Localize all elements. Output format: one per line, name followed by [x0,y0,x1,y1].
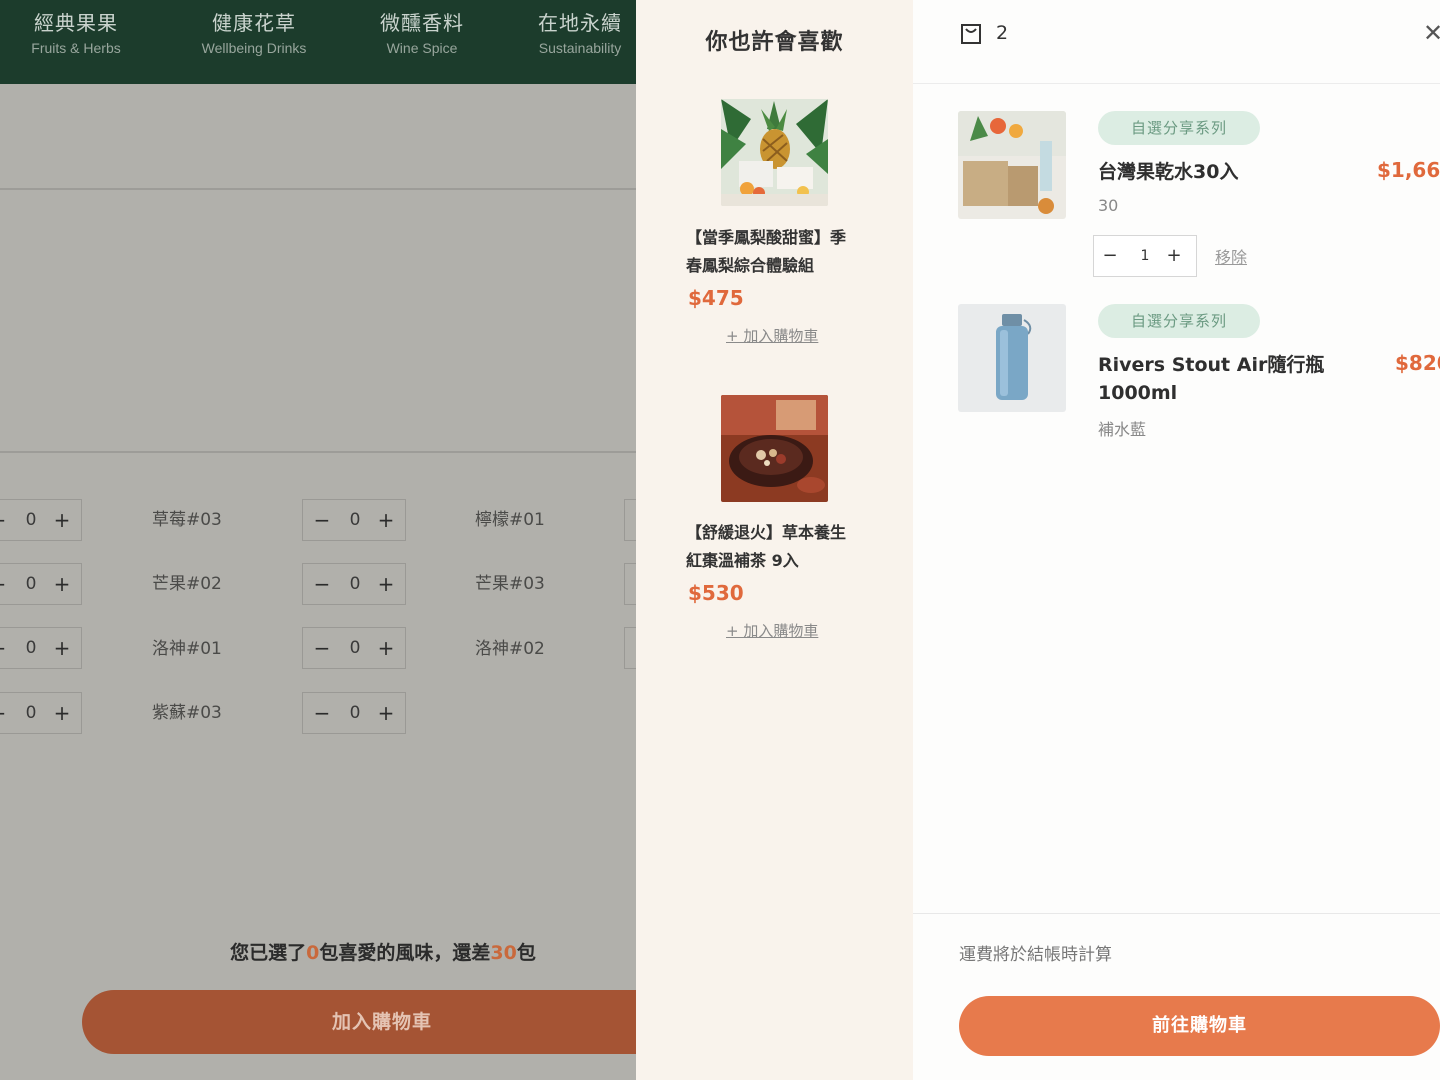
selected-count: 0 [306,942,320,964]
nav-label-zh: 微醺香料 [380,11,464,35]
divider [0,188,636,190]
summary-mid: 包喜愛的風味，還差 [319,942,491,964]
quantity-value: 0 [25,703,37,723]
recommendation-add-to-cart-link[interactable]: + 加入購物車 [726,620,818,641]
flavor-quantity-stepper[interactable] [624,499,636,541]
flavor-quantity-stepper: − 0 + [0,563,82,605]
flavor-quantity-stepper: − 0 + [302,499,406,541]
decrement-button[interactable]: − [307,500,337,540]
cart-drawer: 2 ✕ 自選分享系列 台灣果乾水30入 $1,660 30 − 1 + 移除 [913,0,1440,1080]
series-tag: 自選分享系列 [1098,111,1260,145]
flavor-quantity-stepper: − 0 + [302,563,406,605]
top-navigation: 經典果果 Fruits & Herbs 健康花草 Wellbeing Drink… [0,0,636,84]
increment-button[interactable]: + [371,693,401,733]
nav-label-zh: 經典果果 [34,11,118,35]
flavor-label: 芒果#03 [475,574,545,594]
nav-item-wine-spice[interactable]: 微醺香料 Wine Spice [368,10,476,58]
quantity-value: 0 [349,574,361,594]
recommendation-name: 【當季鳳梨酸甜蜜】季春鳳梨綜合體驗組 [686,228,847,275]
cart-item-variant: 補水藍 [1098,420,1147,439]
remaining-count: 30 [490,942,517,964]
flavor-quantity-stepper: − 0 + [302,692,406,734]
close-icon[interactable]: ✕ [1423,21,1440,45]
series-tag: 自選分享系列 [1098,304,1260,338]
cart-item-name-line1: Rivers Stout Air隨行瓶 [1098,354,1325,376]
cart-item-price: $820 [1395,351,1440,375]
flavor-quantity-stepper: − 0 + [0,627,82,669]
summary-prefix: 您已選了 [230,942,307,964]
nav-label-en: Fruits & Herbs [31,40,121,56]
fruit-water-product-image [958,111,1066,219]
decrement-button[interactable]: − [1100,236,1120,276]
cart-count: 2 [996,22,1009,44]
nav-label-zh: 健康花草 [212,11,296,35]
increment-button[interactable]: + [371,628,401,668]
flavor-quantity-stepper: − 0 + [302,627,406,669]
recommendations-panel: 你也許會喜歡 【當季鳳梨酸甜蜜】季春鳳梨綜合體驗組 $475 + 加入購物車 【… [636,0,913,1080]
shopping-bag-icon [961,24,981,44]
summary-suffix: 包 [516,942,536,964]
cart-item-name-line2: 1000ml [1098,382,1178,404]
quantity-value: 1 [1140,248,1150,264]
cart-item-variant: 30 [1098,196,1119,215]
product-page-overlay: 經典果果 Fruits & Herbs 健康花草 Wellbeing Drink… [0,0,636,1080]
recommendation-add-to-cart-link[interactable]: + 加入購物車 [726,325,818,346]
herbal-tea-product-image[interactable] [721,395,828,502]
quantity-value: 0 [349,510,361,530]
cart-item-name: 台灣果乾水30入 [1098,161,1239,183]
increment-button[interactable]: + [47,500,77,540]
pineapple-product-image[interactable] [721,99,828,206]
increment-button[interactable]: + [47,693,77,733]
go-to-cart-button[interactable]: 前往購物車 [959,996,1440,1056]
flavor-label: 洛神#02 [475,639,545,659]
quantity-value: 0 [25,574,37,594]
cart-item-price: $1,660 [1377,158,1440,182]
flavor-quantity-stepper: − 0 + [0,499,82,541]
quantity-value: 0 [25,638,37,658]
nav-label-en: Wellbeing Drinks [201,40,307,56]
flavor-label: 檸檬#01 [475,510,545,530]
quantity-value: 0 [349,638,361,658]
nav-item-fruits-herbs[interactable]: 經典果果 Fruits & Herbs [14,10,138,58]
increment-button[interactable]: + [371,564,401,604]
decrement-button[interactable]: − [307,564,337,604]
flavor-quantity-stepper[interactable] [624,627,636,669]
cart-quantity-stepper: − 1 + [1093,235,1197,277]
nav-item-sustainability[interactable]: 在地永續 Sustainability [524,10,636,58]
flavor-quantity-stepper[interactable] [624,563,636,605]
flavor-label: 洛神#01 [152,639,222,659]
remove-item-link[interactable]: 移除 [1215,244,1247,268]
recommendation-price: $475 [688,286,744,310]
recommendation-name: 【舒緩退火】草本養生紅棗溫補茶 9入 [686,523,847,570]
shipping-note: 運費將於結帳時計算 [959,945,1112,965]
nav-label-zh: 在地永續 [538,11,622,35]
nav-item-wellbeing-drinks[interactable]: 健康花草 Wellbeing Drinks [190,10,318,58]
increment-button[interactable]: + [371,500,401,540]
nav-label-en: Wine Spice [386,40,458,56]
add-to-cart-button[interactable]: 加入購物車 [82,990,636,1054]
recommendation-price: $530 [688,581,744,605]
quantity-value: 0 [349,703,361,723]
selection-summary: 您已選了0包喜愛的風味，還差30包 [100,938,636,965]
decrement-button[interactable]: − [307,628,337,668]
flavor-quantity-stepper: − 0 + [0,692,82,734]
water-bottle-product-image [958,304,1066,412]
cart-header: 2 ✕ [913,0,1440,84]
divider [0,451,636,453]
increment-button[interactable]: + [47,628,77,668]
increment-button[interactable]: + [1164,236,1184,276]
nav-label-en: Sustainability [538,40,622,56]
flavor-label: 草莓#03 [152,510,222,530]
recommendations-title: 你也許會喜歡 [705,30,844,55]
flavor-label: 紫蘇#03 [152,703,222,723]
quantity-value: 0 [25,510,37,530]
flavor-label: 芒果#02 [152,574,222,594]
increment-button[interactable]: + [47,564,77,604]
decrement-button[interactable]: − [307,693,337,733]
divider [913,913,1440,914]
